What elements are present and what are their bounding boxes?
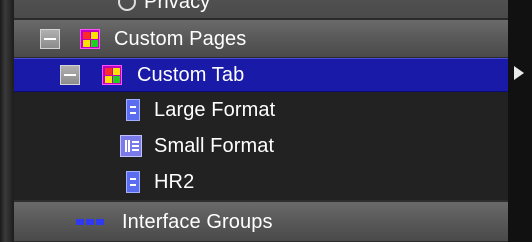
tree-item-large-format[interactable]: Large Format xyxy=(14,92,508,128)
panel-border xyxy=(0,0,14,242)
tree-item-interface-groups[interactable]: Interface Groups xyxy=(14,202,508,242)
tree-item-custom-tab[interactable]: Custom Tab xyxy=(14,58,508,92)
tree-item-label: Large Format xyxy=(154,99,276,121)
tree-item-label: Custom Tab xyxy=(137,64,245,86)
side-strip xyxy=(508,0,532,242)
tree-item-custom-pages[interactable]: Custom Pages xyxy=(14,20,508,58)
tree-item-label: HR2 xyxy=(154,171,195,193)
document-list-icon xyxy=(120,135,142,157)
tree-item-hr2[interactable]: HR2 xyxy=(14,164,508,200)
tree-item-label: Privacy xyxy=(144,0,211,13)
tree-item-privacy[interactable]: Privacy xyxy=(14,0,508,20)
collapse-toggle[interactable] xyxy=(60,65,80,85)
document-icon xyxy=(126,99,140,121)
collapse-toggle[interactable] xyxy=(40,28,60,49)
tree-item-label: Interface Groups xyxy=(122,210,273,233)
tree-panel: Privacy Custom Pages Custom Tab Large Fo… xyxy=(0,0,532,242)
pages-icon xyxy=(80,28,100,49)
expand-arrow-icon[interactable] xyxy=(514,66,524,80)
document-icon xyxy=(126,171,140,193)
tree-item-label: Small Format xyxy=(154,135,275,157)
tree-item-label: Custom Pages xyxy=(114,27,247,50)
globe-icon xyxy=(118,0,136,11)
pages-icon xyxy=(102,65,122,85)
groups-icon xyxy=(76,218,104,225)
tree-item-small-format[interactable]: Small Format xyxy=(14,128,508,164)
